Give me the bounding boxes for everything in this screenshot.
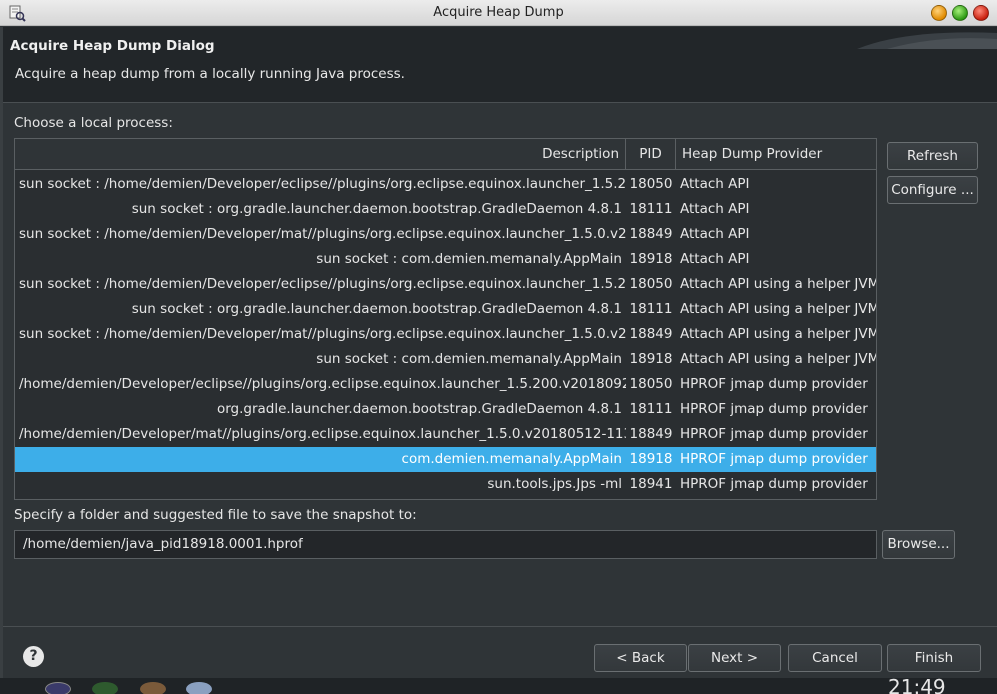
cell-description: com.demien.memanaly.AppMain <box>401 451 622 467</box>
cell-pid: 18849 <box>629 226 673 242</box>
table-row[interactable]: sun socket : /home/demien/Developer/mat/… <box>15 222 876 247</box>
cell-provider: Attach API using a helper JVM <box>680 301 876 317</box>
cancel-button[interactable]: Cancel <box>788 644 882 672</box>
close-button[interactable] <box>973 5 989 21</box>
cell-description: sun.tools.jps.Jps -ml <box>487 476 622 492</box>
cell-description: /home/demien/Developer/mat//plugins/org.… <box>19 426 626 442</box>
table-row[interactable]: com.demien.memanaly.AppMain 18918 HPROF jm… <box>15 447 876 472</box>
column-header-provider[interactable]: Heap Dump Provider <box>676 139 876 169</box>
cell-description: sun socket : org.gradle.launcher.daemon.… <box>131 301 622 317</box>
table-header: Description PID Heap Dump Provider <box>15 139 876 170</box>
cell-provider: HPROF jmap dump provider <box>680 426 868 442</box>
column-header-description[interactable]: Description <box>15 139 626 169</box>
eclipse-icon[interactable] <box>45 682 71 694</box>
cell-pid: 18111 <box>629 301 673 317</box>
dialog-banner: Acquire Heap Dump Dialog Acquire a heap … <box>3 27 997 103</box>
taskbar: 21:49 <box>0 678 997 694</box>
help-icon[interactable]: ? <box>23 646 44 667</box>
table-row[interactable]: sun socket : com.demien.memanaly.AppMain… <box>15 347 876 372</box>
dialog-title: Acquire Heap Dump Dialog <box>10 38 215 54</box>
cell-provider: Attach API <box>680 176 750 192</box>
cell-pid: 18050 <box>629 276 673 292</box>
cell-description: sun socket : com.demien.memanaly.AppMain <box>316 251 622 267</box>
folder-label: Specify a folder and suggested file to s… <box>14 507 417 523</box>
minimize-button[interactable] <box>931 5 947 21</box>
cell-description: sun socket : /home/demien/Developer/mat/… <box>19 326 626 342</box>
table-row[interactable]: sun socket : org.gradle.launcher.daemon.… <box>15 197 876 222</box>
cell-description: sun socket : com.demien.memanaly.AppMain <box>316 351 622 367</box>
column-header-pid[interactable]: PID <box>626 139 676 169</box>
cell-pid: 18918 <box>629 351 673 367</box>
maximize-button[interactable] <box>952 5 968 21</box>
refresh-button[interactable]: Refresh <box>887 142 978 170</box>
table-body: sun socket : /home/demien/Developer/ecli… <box>15 172 876 497</box>
cell-provider: Attach API using a helper JVM <box>680 351 876 367</box>
table-row[interactable]: sun.tools.jps.Jps -ml 18941 HPROF jmap dum… <box>15 472 876 497</box>
table-row[interactable]: sun socket : com.demien.memanaly.AppMain… <box>15 247 876 272</box>
table-row[interactable]: sun socket : /home/demien/Developer/ecli… <box>15 272 876 297</box>
table-row[interactable]: sun socket : /home/demien/Developer/mat/… <box>15 322 876 347</box>
cell-provider: HPROF jmap dump provider <box>680 476 868 492</box>
cell-provider: HPROF jmap dump provider <box>680 376 868 392</box>
cell-pid: 18050 <box>629 176 673 192</box>
window-titlebar: Acquire Heap Dump <box>0 0 997 26</box>
cell-provider: Attach API using a helper JVM <box>680 276 876 292</box>
window-left-edge <box>0 27 3 678</box>
cell-pid: 18050 <box>629 376 673 392</box>
finish-button[interactable]: Finish <box>887 644 981 672</box>
cell-pid: 18918 <box>629 451 673 467</box>
configure-button[interactable]: Configure ... <box>887 176 978 204</box>
cell-description: sun socket : /home/demien/Developer/ecli… <box>19 276 626 292</box>
process-table[interactable]: Description PID Heap Dump Provider sun s… <box>14 138 877 500</box>
back-button[interactable]: < Back <box>594 644 687 672</box>
table-row[interactable]: /home/demien/Developer/eclipse//plugins/… <box>15 372 876 397</box>
cell-pid: 18918 <box>629 251 673 267</box>
snapshot-path-input[interactable]: /home/demien/java_pid18918.0001.hprof <box>14 530 877 559</box>
cell-provider: HPROF jmap dump provider <box>680 451 868 467</box>
banner-decoration <box>857 32 997 49</box>
table-row[interactable]: sun socket : org.gradle.launcher.daemon.… <box>15 297 876 322</box>
browse-button[interactable]: Browse... <box>882 530 955 559</box>
cell-pid: 18111 <box>629 401 673 417</box>
files-icon[interactable] <box>186 682 212 694</box>
cell-provider: Attach API using a helper JVM <box>680 326 876 342</box>
process-list-label: Choose a local process: <box>14 115 173 131</box>
cell-provider: Attach API <box>680 201 750 217</box>
cell-pid: 18849 <box>629 426 673 442</box>
cell-pid: 18111 <box>629 201 673 217</box>
window-title: Acquire Heap Dump <box>433 5 564 20</box>
cell-description: sun socket : org.gradle.launcher.daemon.… <box>131 201 622 217</box>
gimp-icon[interactable] <box>140 682 166 694</box>
cell-provider: HPROF jmap dump provider <box>680 401 868 417</box>
terminal-icon[interactable] <box>92 682 118 694</box>
cell-description: org.gradle.launcher.daemon.bootstrap.Gra… <box>216 401 622 417</box>
cell-pid: 18849 <box>629 326 673 342</box>
table-row[interactable]: org.gradle.launcher.daemon.bootstrap.Gra… <box>15 397 876 422</box>
footer-separator <box>3 626 997 627</box>
next-button[interactable]: Next > <box>688 644 781 672</box>
table-row[interactable]: /home/demien/Developer/mat//plugins/org.… <box>15 422 876 447</box>
table-row[interactable]: sun socket : /home/demien/Developer/ecli… <box>15 172 876 197</box>
taskbar-clock: 21:49 <box>888 678 946 694</box>
cell-provider: Attach API <box>680 226 750 242</box>
cell-description: /home/demien/Developer/eclipse//plugins/… <box>19 376 626 392</box>
cell-description: sun socket : /home/demien/Developer/mat/… <box>19 226 626 242</box>
cell-pid: 18941 <box>629 476 673 492</box>
cell-description: sun socket : /home/demien/Developer/ecli… <box>19 176 626 192</box>
cell-provider: Attach API <box>680 251 750 267</box>
dialog-description: Acquire a heap dump from a locally runni… <box>15 66 405 82</box>
